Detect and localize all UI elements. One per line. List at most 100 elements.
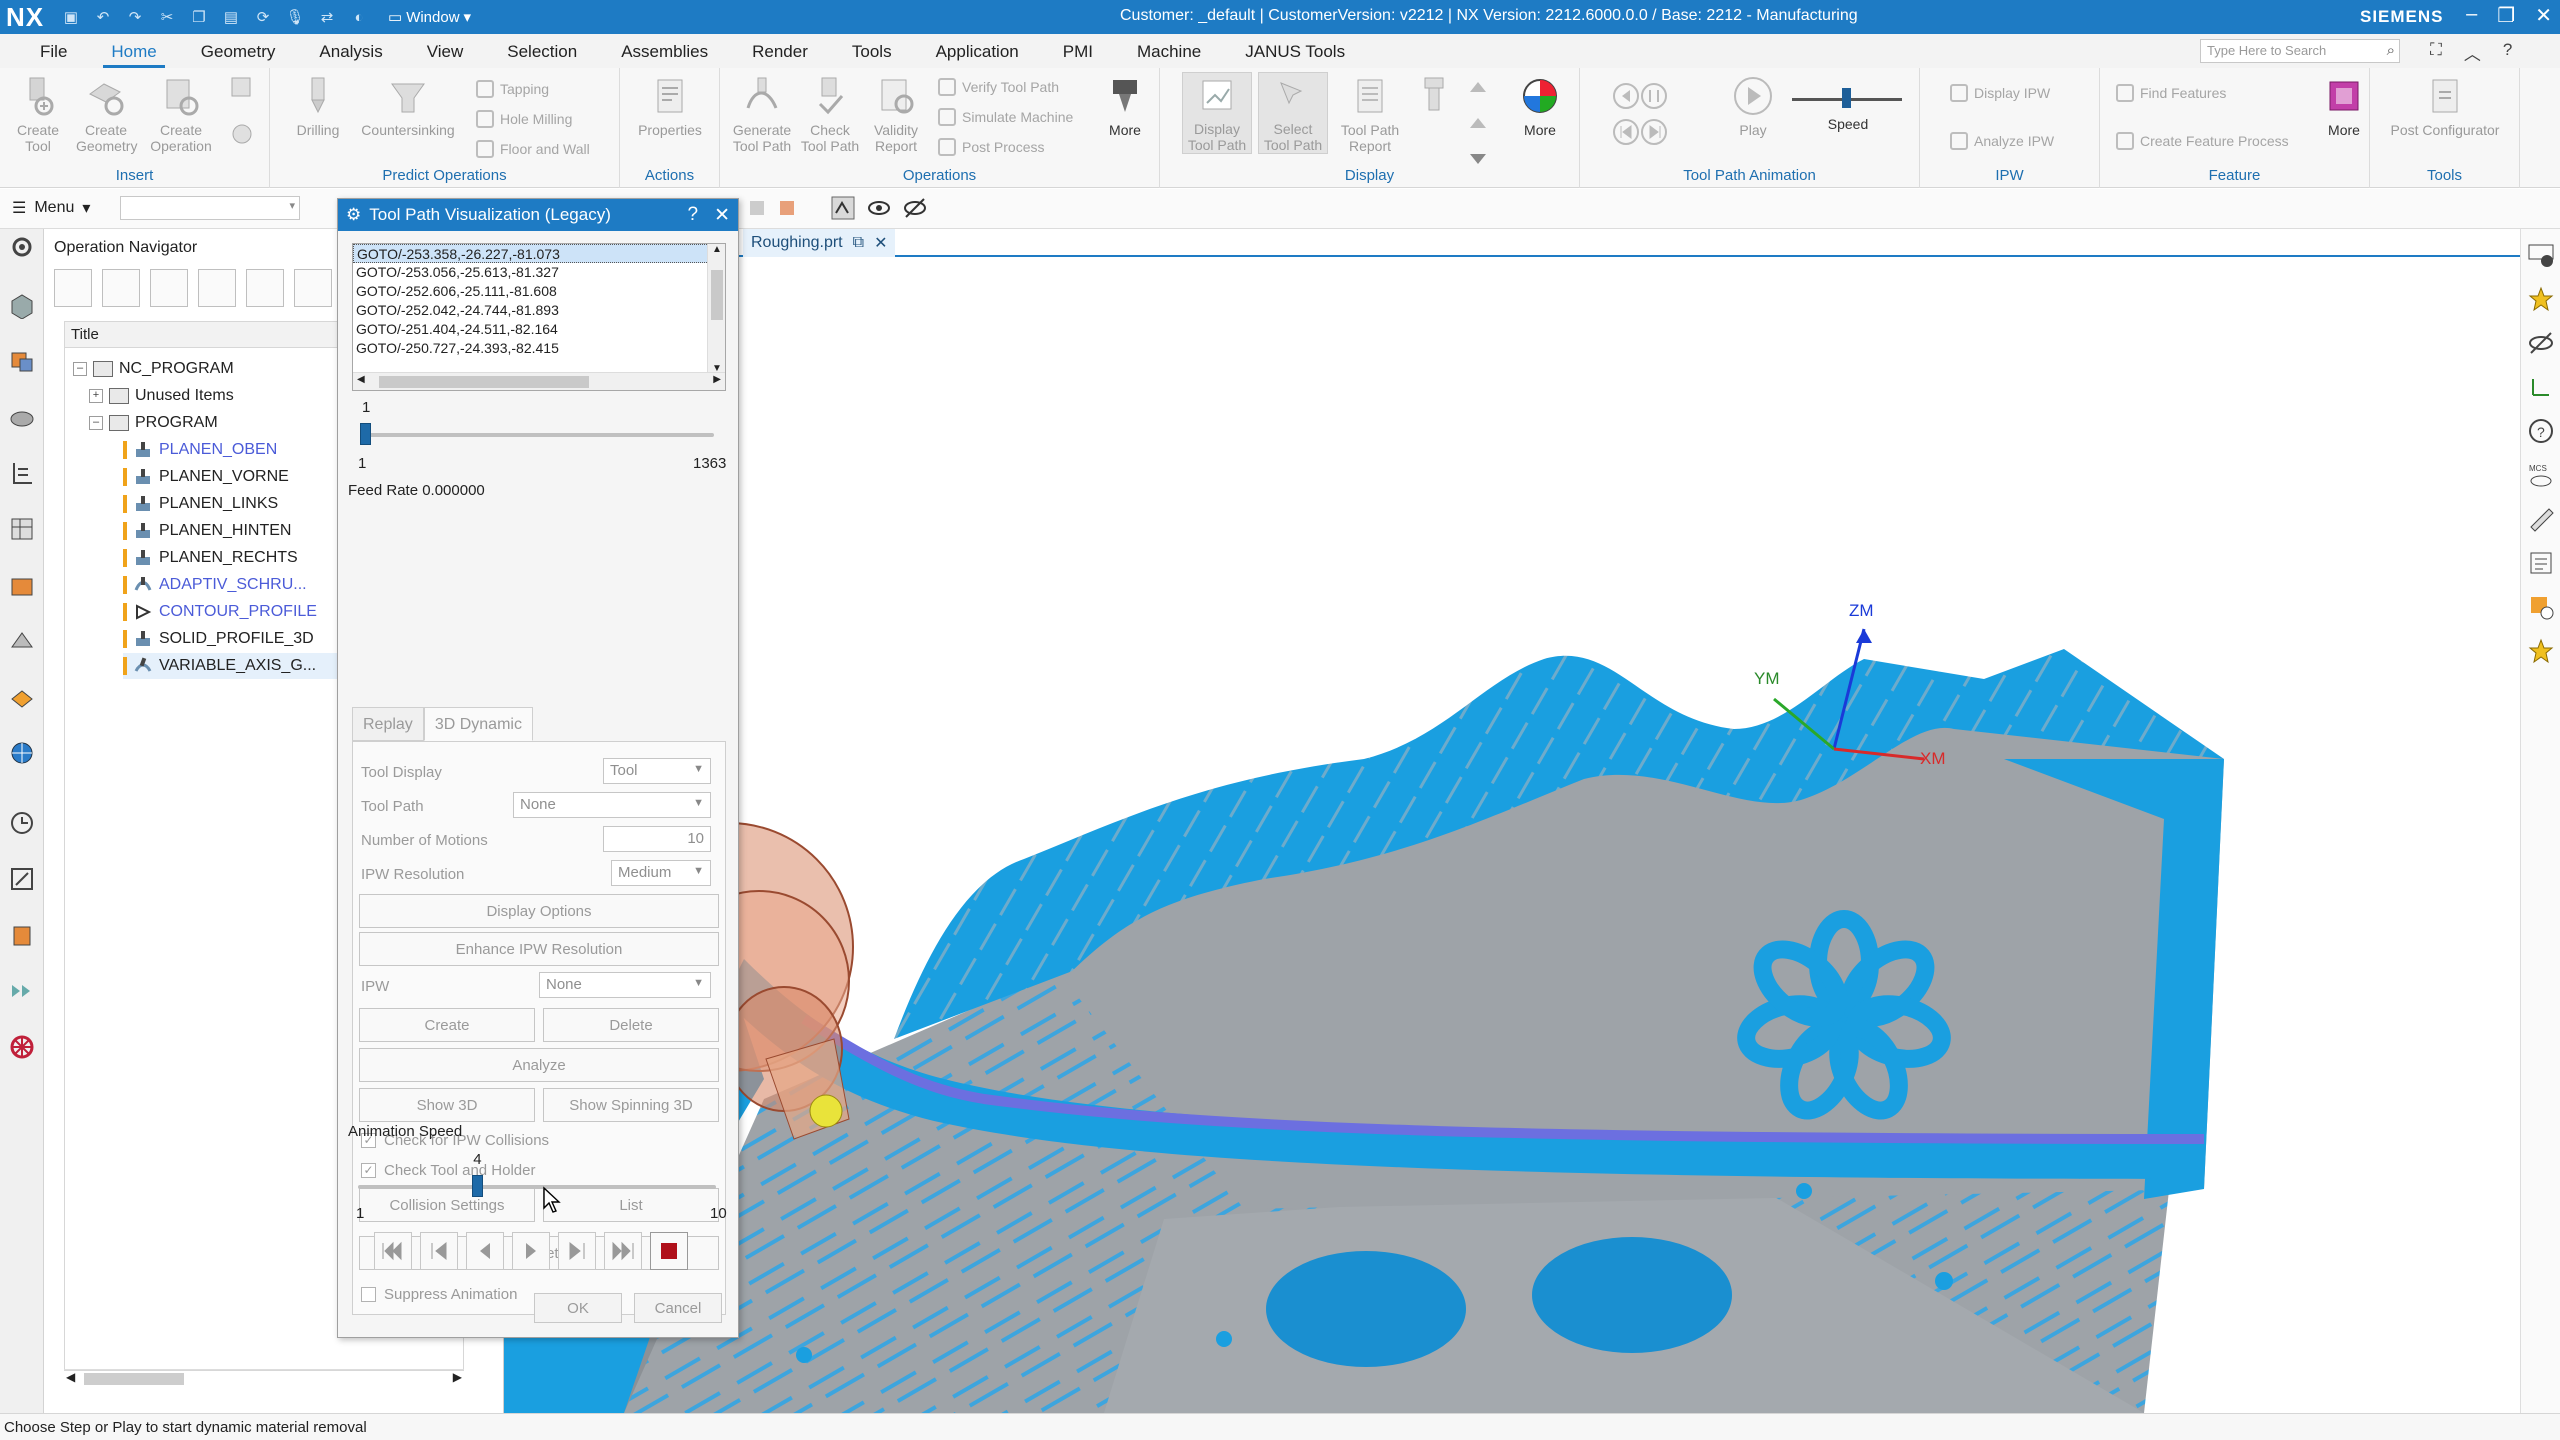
tool-path-report-button[interactable]: Tool Path Report (1338, 74, 1402, 154)
path-direction-button[interactable] (1466, 78, 1496, 168)
minimize-button[interactable]: – (2466, 3, 2477, 28)
speed-thumb[interactable] (1842, 88, 1851, 108)
tree-row-operation[interactable]: SOLID_PROFILE_3D (123, 626, 314, 652)
tapping-button[interactable]: Tapping (476, 80, 549, 98)
constraint-navigator-icon[interactable] (8, 403, 36, 431)
ok-button[interactable]: OK (534, 1293, 622, 1323)
type-filter-dropdown[interactable]: ▾ (120, 196, 300, 220)
tab-home[interactable]: Home (89, 42, 178, 68)
float-window-icon[interactable]: ⧉ (853, 234, 864, 252)
mcs-icon[interactable] (830, 195, 856, 221)
insert-extra-button-2[interactable] (228, 120, 264, 148)
save-icon[interactable]: ▣ (60, 6, 82, 28)
goto-line[interactable]: GOTO/-252.606,-25.111,-81.608 (353, 282, 725, 301)
fullscreen-icon[interactable]: ⛶ (2430, 40, 2442, 65)
information-list-icon[interactable] (2527, 549, 2555, 577)
tab-analysis[interactable]: Analysis (297, 42, 404, 68)
geometry-view-button[interactable] (150, 269, 188, 307)
tree-row-operation[interactable]: ADAPTIV_SCHRU... (123, 572, 307, 598)
collapse-icon[interactable]: – (89, 416, 103, 430)
tab-geometry[interactable]: Geometry (179, 42, 298, 68)
tab-tools[interactable]: Tools (830, 42, 914, 68)
collision-list-button[interactable]: List (543, 1188, 719, 1222)
scroll-up-icon[interactable]: ▲ (712, 244, 722, 255)
analyze-button[interactable]: Analyze (359, 1048, 719, 1082)
tab-file[interactable]: File (18, 42, 89, 68)
settings-gear-icon[interactable] (8, 233, 36, 261)
insert-extra-button-1[interactable] (228, 74, 264, 102)
animation-speed-slider[interactable] (1792, 88, 1902, 108)
step-back-button[interactable] (420, 1232, 458, 1270)
scroll-thumb[interactable] (711, 270, 723, 320)
validity-report-button[interactable]: Validity Report (866, 74, 926, 154)
tool-display-select[interactable]: Tool ▼ (603, 758, 711, 784)
tab-selection[interactable]: Selection (485, 42, 599, 68)
tab-view[interactable]: View (405, 42, 486, 68)
tree-row-operation[interactable]: PLANEN_VORNE (123, 464, 289, 490)
view-eye-icon[interactable] (866, 195, 892, 221)
create-feature-process-button[interactable]: Create Feature Process (2116, 132, 2289, 150)
dialog-help-button[interactable]: ? (688, 204, 699, 227)
animation-speed-track[interactable] (358, 1185, 716, 1189)
process-studio-icon[interactable] (8, 865, 36, 893)
tab-janus-tools[interactable]: JANUS Tools (1223, 42, 1367, 68)
motion-slider-thumb[interactable] (360, 423, 371, 445)
dialog-header[interactable]: ⚙ Tool Path Visualization (Legacy) ? ✕ (338, 199, 738, 231)
operations-more-button[interactable]: More (1100, 74, 1150, 138)
help-icon[interactable]: ? (2503, 40, 2512, 65)
create-ipw-button[interactable]: Create (359, 1008, 535, 1042)
play-reverse-button[interactable] (466, 1232, 504, 1270)
display-ipw-button[interactable]: Display IPW (1950, 84, 2050, 102)
cancel-button[interactable]: Cancel (634, 1293, 722, 1323)
dialog-close-button[interactable]: ✕ (714, 204, 730, 227)
collapse-icon[interactable]: – (73, 362, 87, 376)
help-circle-icon[interactable]: ? (2527, 417, 2555, 445)
post-configurator-button[interactable]: Post Configurator (2390, 74, 2500, 138)
reuse-library-icon[interactable] (8, 627, 36, 655)
document-tab-roughing[interactable]: Roughing.prt ⧉ ✕ (743, 229, 896, 257)
tab-assemblies[interactable]: Assemblies (599, 42, 730, 68)
history-clock-icon[interactable] (8, 809, 36, 837)
display-more-button[interactable]: More (1510, 74, 1570, 138)
sync-icon[interactable]: ◐ (348, 6, 370, 28)
repeat-command-icon[interactable]: ⟳ (252, 6, 274, 28)
visibility-icon[interactable] (2527, 241, 2555, 269)
machine-tool-navigator-icon[interactable] (8, 515, 36, 543)
tab-replay[interactable]: Replay (352, 707, 424, 741)
expand-icon[interactable]: + (89, 389, 103, 403)
navigator-horizontal-scrollbar[interactable]: ◀ ▶ (64, 1369, 464, 1387)
favorites-icon[interactable] (2527, 637, 2555, 665)
undo-icon[interactable]: ↶ (92, 6, 114, 28)
rewind-to-start-button[interactable] (374, 1232, 412, 1270)
tool-display-button[interactable] (1414, 74, 1454, 114)
window-menu[interactable]: ▭ Window ▾ (388, 8, 471, 27)
program-order-view-button[interactable] (54, 269, 92, 307)
create-tool-button[interactable]: Create Tool (8, 74, 68, 154)
part-3d-model[interactable]: ZM YM XM (504, 259, 2520, 1413)
search-icon[interactable]: ⌕ (2387, 42, 2395, 59)
hide-eye-icon[interactable] (902, 195, 928, 221)
goto-line[interactable]: GOTO/-252.042,-24.744,-81.893 (353, 301, 725, 320)
tree-row-program[interactable]: – PROGRAM (89, 410, 218, 436)
microphone-icon[interactable]: 🎙 (284, 6, 306, 28)
tree-row-operation[interactable]: PLANEN_HINTEN (123, 518, 291, 544)
manufacturing-wizard-icon[interactable] (8, 921, 36, 949)
machine-tool-view-button[interactable] (102, 269, 140, 307)
play-forward-button[interactable] (512, 1232, 550, 1270)
tree-row-operation[interactable]: PLANEN_LINKS (123, 491, 278, 517)
tree-row-nc-program[interactable]: – NC_PROGRAM (73, 356, 234, 382)
suppress-animation-checkbox[interactable]: Suppress Animation (361, 1286, 517, 1303)
graphics-viewport[interactable]: ZM YM XM (504, 259, 2520, 1413)
command-search-input[interactable]: Type Here to Search ⌕ (2200, 39, 2400, 63)
ipw-resolution-select[interactable]: Medium ▼ (611, 860, 711, 886)
hole-milling-button[interactable]: Hole Milling (476, 110, 572, 128)
display-tool-path-button[interactable]: Display Tool Path (1182, 72, 1252, 154)
drilling-button[interactable]: Drilling (290, 74, 346, 138)
tab-application[interactable]: Application (914, 42, 1041, 68)
countersinking-button[interactable]: Countersinking (356, 74, 460, 138)
display-options-button[interactable]: Display Options (359, 894, 719, 928)
cut-icon[interactable]: ✂ (156, 6, 178, 28)
machining-method-view-button[interactable] (198, 269, 236, 307)
stop-button[interactable] (650, 1232, 688, 1270)
collision-settings-button[interactable]: Collision Settings (359, 1188, 535, 1222)
